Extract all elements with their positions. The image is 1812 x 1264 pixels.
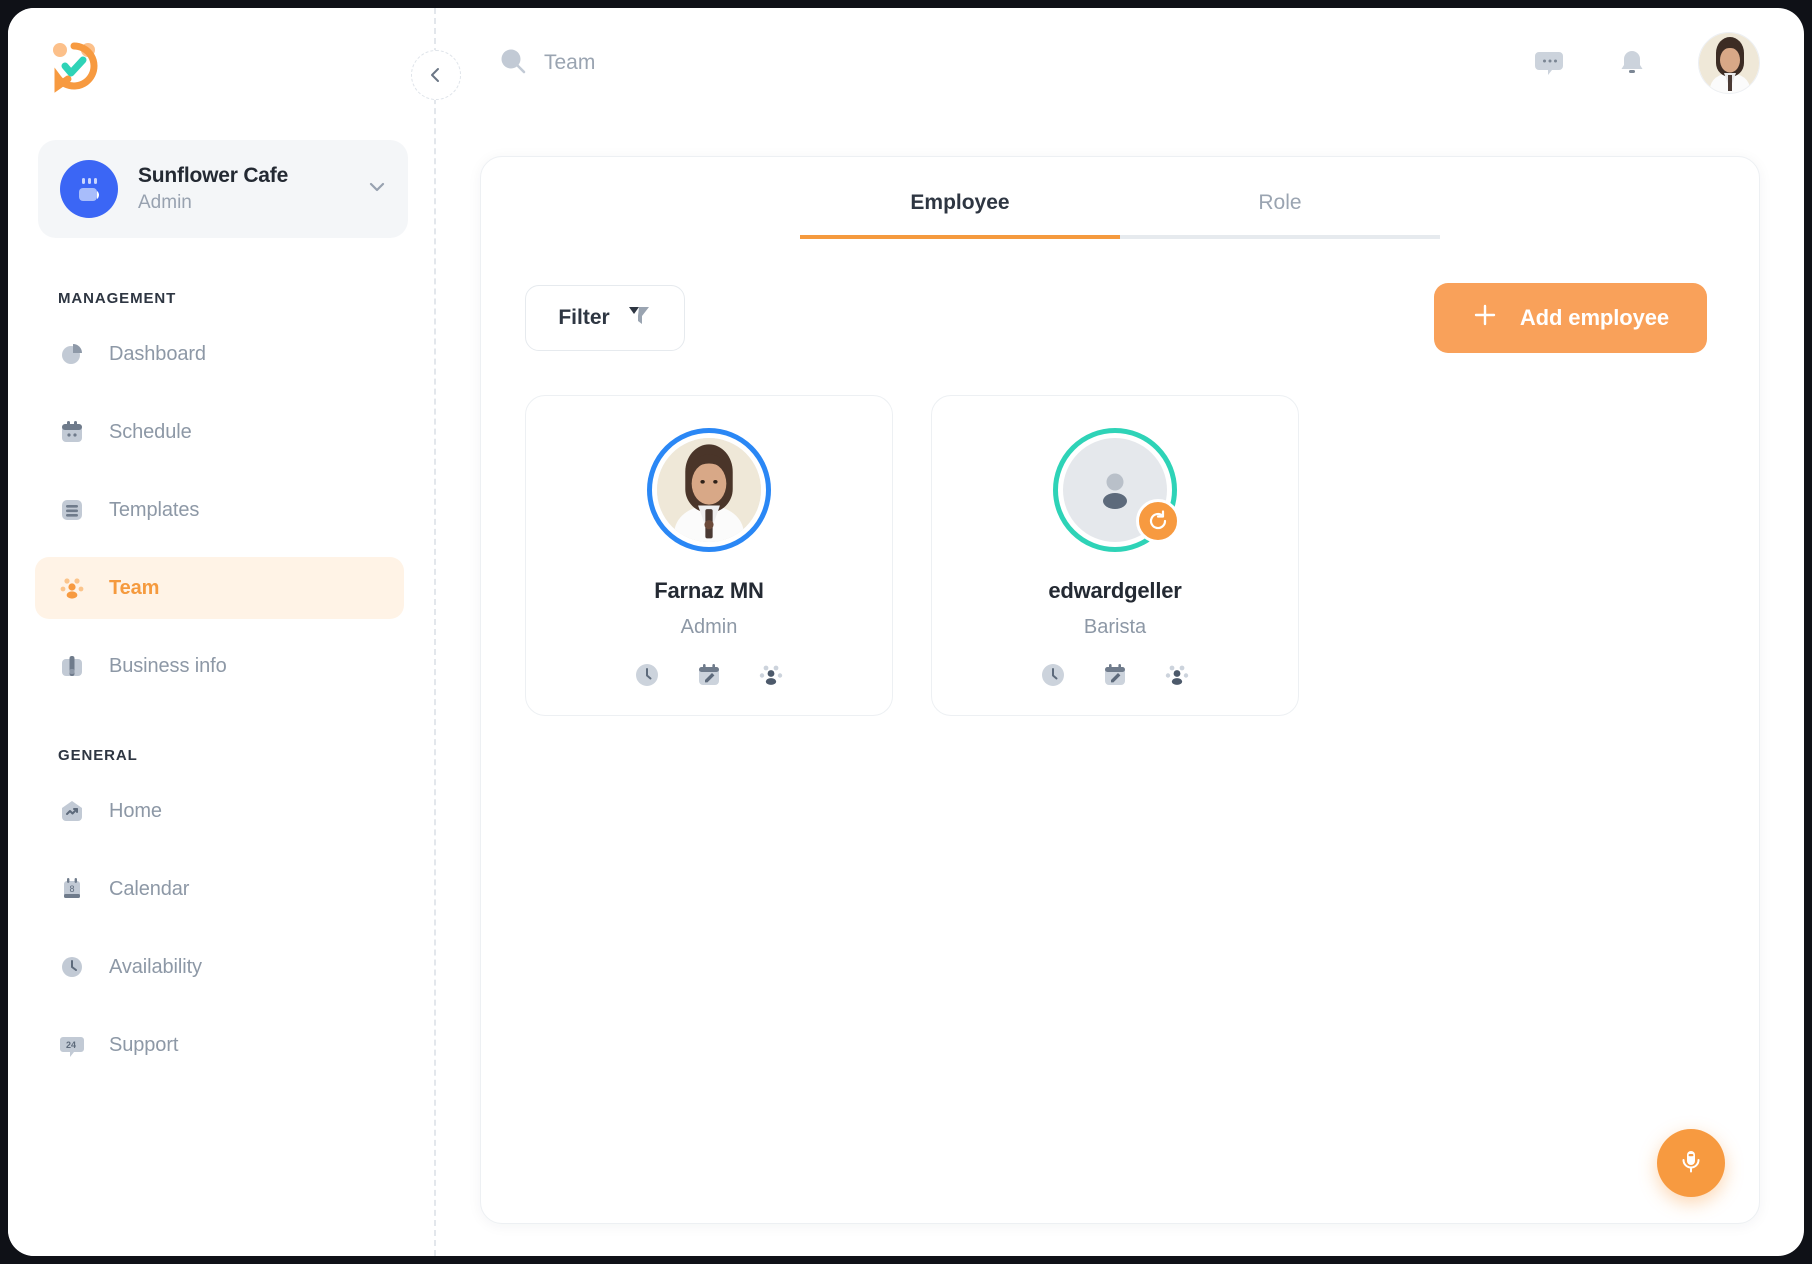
employee-actions [1039,661,1191,689]
employee-name: Farnaz MN [654,578,763,604]
sidebar-item-label: Support [109,1034,178,1057]
search-input[interactable]: Team [498,46,595,81]
sidebar-item-schedule[interactable]: Schedule [35,401,404,463]
sidebar-item-home[interactable]: Home [35,780,404,842]
app-window: Sunflower Cafe Admin MANAGEMENT Dashboar… [8,8,1804,1256]
topbar: Team [436,8,1804,118]
search-icon [498,46,528,81]
coffee-cup-icon [60,160,118,218]
sidebar: Sunflower Cafe Admin MANAGEMENT Dashboar… [8,8,436,1256]
employee-card[interactable]: Farnaz MN Admin [525,395,893,716]
chat-bubble-icon[interactable] [1532,46,1566,80]
sidebar-item-support[interactable]: 24 Support [35,1014,404,1076]
sidebar-item-label: Schedule [109,421,192,444]
clock-icon [57,952,87,982]
support-24-icon: 24 [57,1030,87,1060]
employee-photo [657,438,761,542]
employee-role: Barista [1084,616,1146,639]
voice-assistant-button[interactable] [1657,1129,1725,1197]
section-title-management: MANAGEMENT [58,290,436,307]
calendar-icon [57,417,87,447]
microphone-icon [1676,1146,1706,1181]
search-value: Team [544,51,595,75]
sidebar-item-templates[interactable]: Templates [35,479,404,541]
sidebar-item-label: Availability [109,956,202,979]
resend-invite-icon[interactable] [1136,499,1180,543]
main-area: Team [436,8,1804,1256]
sidebar-item-calendar[interactable]: 8 Calendar [35,858,404,920]
org-switcher[interactable]: Sunflower Cafe Admin [38,140,408,238]
employee-actions [633,661,785,689]
chevron-left-icon [426,65,446,85]
org-role: Admin [138,191,346,216]
employee-name: edwardgeller [1048,578,1181,604]
nav-general: Home 8 Calendar Availability 24 Support [8,780,436,1076]
add-employee-button[interactable]: Add employee [1434,283,1707,353]
sidebar-item-label: Home [109,800,162,823]
topbar-icons [1532,32,1760,94]
plus-icon [1472,302,1498,334]
tab-role[interactable]: Role [1120,191,1440,239]
clock-icon[interactable] [1039,661,1067,689]
team-group-icon[interactable] [757,661,785,689]
svg-text:24: 24 [66,1040,76,1050]
sidebar-item-label: Dashboard [109,343,206,366]
employee-role: Admin [681,616,738,639]
tabs: Employee Role [800,191,1440,239]
toolbar: Filter Add employee [525,283,1707,353]
section-title-general: GENERAL [58,747,436,764]
nav-management: Dashboard Schedule Templates [8,323,436,697]
pie-chart-icon [57,339,87,369]
user-icon [1085,460,1145,520]
sidebar-collapse-button[interactable] [411,50,461,100]
sidebar-item-business-info[interactable]: Business info [35,635,404,697]
bell-icon[interactable] [1616,47,1648,79]
trend-up-icon [57,796,87,826]
content-panel: Employee Role Filter Add employee [480,156,1760,1224]
avatar[interactable] [1698,32,1760,94]
sidebar-item-availability[interactable]: Availability [35,936,404,998]
team-group-icon[interactable] [1163,661,1191,689]
svg-text:8: 8 [69,884,74,894]
employee-avatar-ring [647,428,771,552]
org-name: Sunflower Cafe [138,163,346,189]
employee-card-list: Farnaz MN Admin [525,395,1759,716]
filter-button[interactable]: Filter [525,285,685,351]
clock-icon[interactable] [633,661,661,689]
chevron-down-icon[interactable] [366,176,388,203]
app-logo[interactable] [46,38,102,94]
sidebar-item-dashboard[interactable]: Dashboard [35,323,404,385]
sidebar-item-label: Business info [109,655,227,678]
funnel-icon [626,302,652,334]
calendar-day-8-icon: 8 [57,874,87,904]
employee-avatar-ring [1053,428,1177,552]
calendar-edit-icon[interactable] [1101,661,1129,689]
sidebar-item-label: Calendar [109,878,189,901]
sidebar-item-label: Team [109,577,159,600]
team-group-icon [57,573,87,603]
calendar-edit-icon[interactable] [695,661,723,689]
sidebar-item-team[interactable]: Team [35,557,404,619]
employee-card[interactable]: edwardgeller Barista [931,395,1299,716]
briefcase-icon [57,651,87,681]
filter-button-label: Filter [558,306,609,330]
sidebar-item-label: Templates [109,499,199,522]
list-lines-icon [57,495,87,525]
add-employee-label: Add employee [1520,305,1669,331]
tab-employee[interactable]: Employee [800,191,1120,239]
